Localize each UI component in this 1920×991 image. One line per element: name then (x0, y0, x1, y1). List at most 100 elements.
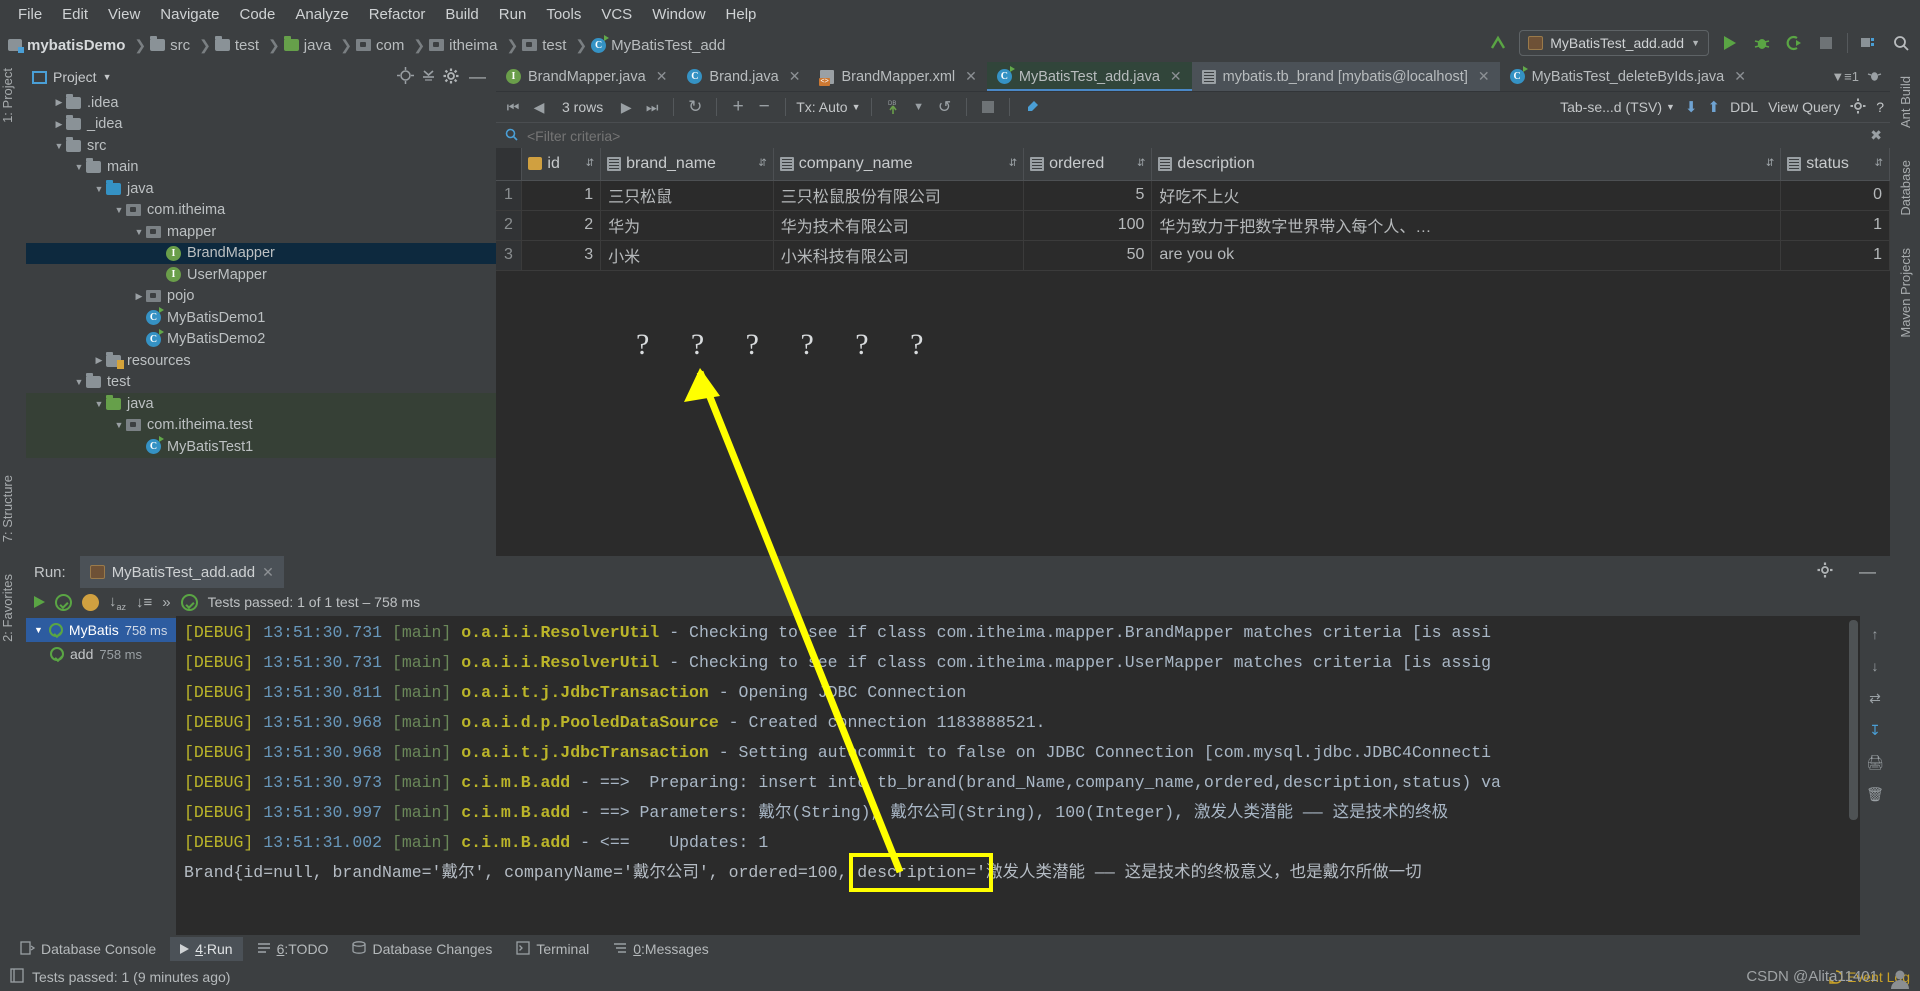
editor-tab-mybatis-tb-brand-mybatis-localhost-[interactable]: mybatis.tb_brand [mybatis@localhost] ✕ (1191, 62, 1500, 91)
tree-node-java[interactable]: ▼ java (26, 178, 496, 200)
close-icon[interactable]: ✕ (656, 68, 668, 85)
sort-indicator-icon[interactable]: ⇵ (758, 158, 766, 169)
scroll-down-icon[interactable]: ↓ (1865, 656, 1885, 676)
sort-by-duration-icon[interactable]: ↓≡ (136, 594, 152, 611)
tree-node-java[interactable]: ▼ java (26, 393, 496, 415)
bug-icon[interactable] (1867, 68, 1882, 86)
revert-icon[interactable]: ↺ (934, 96, 956, 118)
cell-brand_name[interactable]: 小米 (600, 240, 774, 271)
tree-node--idea[interactable]: ▶ .idea (26, 92, 496, 114)
editor-tab-brandmapper-xml[interactable]: BrandMapper.xml ✕ (810, 62, 986, 91)
csv-format-selector[interactable]: Tab-se...d (TSV) ▼ (1560, 99, 1675, 115)
breadcrumb-item-class[interactable]: C MyBatisTest_add (591, 34, 729, 54)
cell-brand_name[interactable]: 华为 (600, 210, 774, 241)
print-icon[interactable]: 🖨 (1865, 752, 1885, 772)
view-query-button[interactable]: View Query (1768, 99, 1840, 115)
bottom-tool-terminal[interactable]: Terminal (506, 937, 599, 962)
sort-indicator-icon[interactable]: ⇵ (1766, 158, 1774, 169)
tree-node-src[interactable]: ▼ src (26, 135, 496, 157)
tree-expander-icon[interactable]: ▼ (112, 205, 126, 215)
ddl-button[interactable]: DDL (1730, 99, 1758, 115)
editor-tab-mybatistest-deletebyids-java[interactable]: C MyBatisTest_deleteByIds.java ✕ (1500, 62, 1756, 91)
project-tree[interactable]: ▶ .idea ▶ _idea ▼ src ▼ main ▼ java ▼ com.itheima ▼ m… (26, 92, 496, 556)
menu-item-navigate[interactable]: Navigate (150, 4, 229, 25)
tree-expander-icon[interactable]: ▶ (132, 291, 146, 302)
table-row[interactable]: 3 3 小米 小米科技有限公司 50 are you ok 1 (496, 240, 1890, 271)
menu-item-view[interactable]: View (98, 4, 150, 25)
soft-wrap-icon[interactable]: ⇄ (1865, 688, 1885, 708)
menu-item-refactor[interactable]: Refactor (359, 4, 436, 25)
hide-panel-icon[interactable]: — (1859, 562, 1890, 582)
more-options-icon[interactable]: » (162, 594, 170, 611)
run-with-coverage-button[interactable] (1783, 32, 1805, 54)
menu-item-file[interactable]: File (8, 4, 52, 25)
close-icon[interactable]: ✕ (1734, 68, 1746, 85)
cell-id[interactable]: 1 (521, 180, 602, 211)
cell-status[interactable]: 1 (1780, 210, 1890, 241)
menu-item-code[interactable]: Code (229, 4, 285, 25)
prev-page-icon[interactable]: ◀ (528, 96, 550, 118)
sort-indicator-icon[interactable]: ⇵ (1137, 158, 1145, 169)
sort-indicator-icon[interactable]: ⇵ (586, 158, 594, 169)
column-header-brand_name[interactable]: brand_name ⇵ (600, 148, 774, 181)
tree-node--idea[interactable]: ▶ _idea (26, 114, 496, 136)
left-strip-project[interactable]: 1: Project (0, 68, 15, 123)
cell-description[interactable]: 华为致力于把数字世界带入每个人、… (1151, 210, 1782, 241)
menu-item-vcs[interactable]: VCS (591, 4, 642, 25)
rerun-button[interactable] (34, 596, 45, 608)
tree-expander-icon[interactable]: ▼ (112, 420, 126, 430)
close-icon[interactable]: ✕ (262, 564, 274, 581)
tree-expander-icon[interactable]: ▼ (92, 399, 106, 409)
cell-company_name[interactable]: 华为技术有限公司 (773, 210, 1025, 241)
cell-id[interactable]: 2 (521, 210, 602, 241)
tree-node-pojo[interactable]: ▶ pojo (26, 286, 496, 308)
locate-file-icon[interactable] (397, 67, 414, 87)
column-header-id[interactable]: id ⇵ (521, 148, 602, 181)
search-everywhere-button[interactable] (1890, 32, 1912, 54)
filter-icon[interactable] (504, 127, 519, 145)
tree-node-mybatisdemo1[interactable]: C MyBatisDemo1 (26, 307, 496, 329)
column-header-description[interactable]: description ⇵ (1151, 148, 1782, 181)
clear-filter-icon[interactable]: ✖ (1870, 127, 1882, 144)
transaction-mode-selector[interactable]: Tx: Auto ▼ (796, 99, 860, 115)
run-tab[interactable]: MyBatisTest_add.add ✕ (79, 556, 284, 588)
tree-node-com-itheima[interactable]: ▼ com.itheima (26, 200, 496, 222)
editor-tab-brandmapper-java[interactable]: I BrandMapper.java ✕ (496, 62, 677, 91)
bottom-tool-todo[interactable]: 6: TODO (247, 937, 339, 962)
tree-node-mapper[interactable]: ▼ mapper (26, 221, 496, 243)
breadcrumb-item-test2[interactable]: test ❯ (522, 37, 591, 54)
tree-node-main[interactable]: ▼ main (26, 157, 496, 179)
import-data-icon[interactable]: ⬆ (1708, 98, 1721, 116)
cancel-query-icon[interactable] (977, 96, 999, 118)
right-strip-database[interactable]: Database (1898, 152, 1913, 224)
table-row[interactable]: 2 2 华为 华为技术有限公司 100 华为致力于把数字世界带入每个人、… 1 (496, 210, 1890, 241)
breadcrumb-item-module[interactable]: mybatisDemo ❯ (8, 37, 150, 54)
menu-item-build[interactable]: Build (435, 4, 488, 25)
column-header-ordered[interactable]: ordered ⇵ (1023, 148, 1153, 181)
help-icon[interactable]: ? (1876, 99, 1884, 115)
tree-node-mybatistest1[interactable]: C MyBatisTest1 (26, 436, 496, 458)
close-icon[interactable]: ✕ (1170, 68, 1182, 85)
modify-table-icon[interactable] (1020, 96, 1042, 118)
menu-item-analyze[interactable]: Analyze (285, 4, 358, 25)
cell-ordered[interactable]: 100 (1023, 210, 1153, 241)
tree-expander-icon[interactable]: ▶ (52, 97, 66, 108)
tree-node-brandmapper[interactable]: I BrandMapper (26, 242, 496, 264)
delete-row-icon[interactable]: − (753, 96, 775, 118)
clear-all-icon[interactable]: 🗑 (1865, 784, 1885, 804)
menu-item-edit[interactable]: Edit (52, 4, 98, 25)
build-arrow-icon[interactable] (1487, 32, 1509, 54)
show-ignored-toggle[interactable] (82, 593, 99, 611)
submit-icon[interactable]: DB (882, 96, 904, 118)
run-button[interactable] (1719, 32, 1741, 54)
tree-expander-icon[interactable]: ▼ (132, 227, 146, 237)
tree-node-com-itheima-test[interactable]: ▼ com.itheima.test (26, 414, 496, 436)
menu-item-window[interactable]: Window (642, 4, 715, 25)
breadcrumb-item-src[interactable]: src ❯ (150, 36, 215, 54)
right-strip-ant-build[interactable]: Ant Build (1898, 68, 1913, 136)
add-row-icon[interactable]: + (727, 96, 749, 118)
cell-brand_name[interactable]: 三只松鼠 (600, 180, 774, 211)
tree-expander-icon[interactable]: ▼ (34, 625, 43, 635)
sort-indicator-icon[interactable]: ⇵ (1009, 158, 1017, 169)
next-page-icon[interactable]: ▶ (615, 96, 637, 118)
